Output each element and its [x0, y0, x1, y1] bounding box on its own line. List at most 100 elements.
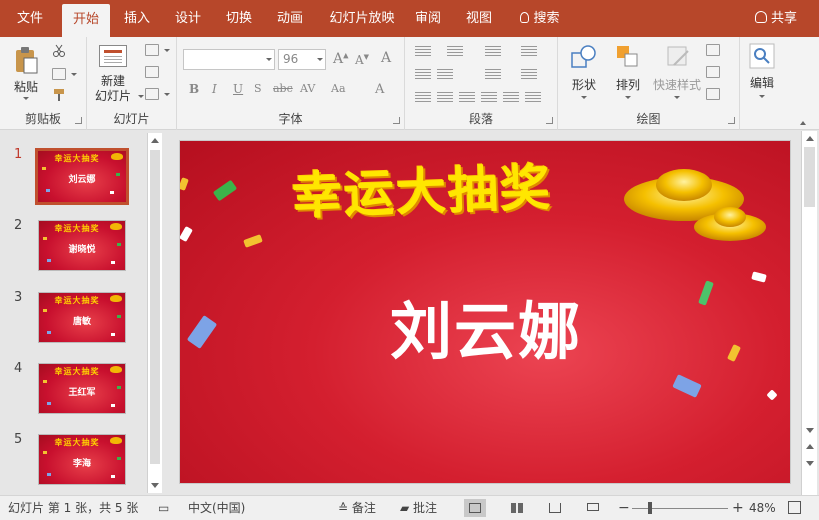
- font-size-select[interactable]: 96: [278, 49, 326, 70]
- confetti: [47, 259, 51, 262]
- font-family-select[interactable]: [183, 49, 275, 70]
- cut-icon[interactable]: [52, 44, 66, 58]
- paragraph-launcher[interactable]: [546, 117, 553, 124]
- increase-indent-icon[interactable]: [437, 69, 453, 81]
- drawing-group: 形状 排列 快速样式 绘图: [558, 37, 740, 130]
- zoom-level[interactable]: 48%: [749, 496, 776, 520]
- reset-icon[interactable]: [145, 66, 159, 78]
- italic-icon[interactable]: I: [212, 82, 217, 96]
- share-label: 共享: [770, 11, 797, 26]
- slide-scrollbar[interactable]: [801, 131, 817, 495]
- spell-check-icon[interactable]: ▭: [158, 496, 169, 520]
- language-indicator[interactable]: 中文(中国): [188, 496, 245, 520]
- slide-thumbnail[interactable]: 幸运大抽奖 谢晓悦: [38, 220, 126, 271]
- quick-styles-button[interactable]: 快速样式: [650, 41, 704, 107]
- slide-title[interactable]: 幸运大抽奖: [291, 145, 623, 228]
- scroll-up-icon[interactable]: [806, 136, 814, 141]
- bold-icon[interactable]: B: [189, 82, 199, 96]
- current-slide[interactable]: 幸运大抽奖 刘云娜: [179, 140, 791, 484]
- clipboard-launcher[interactable]: [75, 117, 82, 124]
- font-launcher[interactable]: [393, 117, 400, 124]
- confetti: [180, 177, 189, 191]
- align-left-icon[interactable]: [415, 92, 431, 104]
- justify-icon[interactable]: [481, 92, 497, 104]
- shape-outline-icon[interactable]: [706, 66, 720, 78]
- scroll-up-icon[interactable]: [151, 138, 159, 143]
- share-button[interactable]: 共享: [754, 0, 797, 37]
- decrease-indent-icon[interactable]: [415, 69, 431, 81]
- slide-sorter-icon[interactable]: [506, 499, 528, 517]
- next-slide-icon[interactable]: [806, 461, 814, 466]
- gold-ingot-icon: [624, 169, 766, 241]
- zoom-slider-track[interactable]: [632, 508, 728, 509]
- align-right-icon[interactable]: [459, 92, 475, 104]
- tab-slideshow[interactable]: 幻灯片放映: [320, 0, 404, 37]
- zoom-in-icon[interactable]: +: [732, 496, 744, 520]
- numbering-icon[interactable]: [447, 46, 463, 58]
- tab-review[interactable]: 审阅: [408, 0, 448, 37]
- comments-button[interactable]: ▰ 批注: [400, 496, 437, 520]
- change-case-icon[interactable]: Aa: [331, 82, 346, 95]
- tab-home[interactable]: 开始: [62, 4, 110, 37]
- columns-icon[interactable]: [485, 69, 501, 81]
- tell-me-search[interactable]: 搜索: [512, 0, 568, 37]
- reading-view-icon[interactable]: [544, 499, 566, 517]
- section-icon[interactable]: [145, 88, 159, 100]
- shape-fill-icon[interactable]: [706, 44, 720, 56]
- zoom-slider-handle[interactable]: [648, 502, 652, 514]
- tab-design[interactable]: 设计: [165, 0, 211, 37]
- shape-effects-icon[interactable]: [706, 88, 720, 100]
- bullets-icon[interactable]: [415, 46, 431, 58]
- slide-thumbnail[interactable]: 幸运大抽奖 王红军: [38, 363, 126, 414]
- align-center-icon[interactable]: [437, 92, 453, 104]
- collapse-ribbon-icon[interactable]: [800, 121, 806, 125]
- strikethrough-icon[interactable]: abc: [273, 82, 293, 95]
- format-painter-icon[interactable]: [52, 88, 66, 102]
- notes-button[interactable]: ≙ 备注: [338, 496, 376, 520]
- scroll-thumb[interactable]: [150, 150, 160, 464]
- tab-view[interactable]: 视图: [459, 0, 499, 37]
- editing-button[interactable]: 编辑: [745, 43, 779, 107]
- slide-thumbnail[interactable]: 幸运大抽奖 唐敏: [38, 292, 126, 343]
- new-slide-button[interactable]: 新建 幻灯片: [91, 43, 144, 107]
- slide-thumbnail[interactable]: 幸运大抽奖 李海: [38, 434, 126, 485]
- copy-icon[interactable]: [52, 68, 66, 80]
- thumbnail-scrollbar[interactable]: [147, 133, 162, 493]
- font-color-icon[interactable]: A: [375, 82, 384, 97]
- tab-animations[interactable]: 动画: [267, 0, 313, 37]
- shrink-font-icon[interactable]: A▼: [355, 53, 369, 67]
- underline-icon[interactable]: U: [233, 82, 243, 96]
- grow-font-icon[interactable]: A▲: [333, 51, 349, 67]
- tab-file[interactable]: 文件: [6, 0, 54, 37]
- confetti: [111, 261, 115, 264]
- distributed-icon[interactable]: [503, 92, 519, 104]
- shadow-icon[interactable]: S: [254, 82, 262, 95]
- previous-slide-icon[interactable]: [806, 444, 814, 449]
- slideshow-icon[interactable]: [582, 499, 604, 517]
- tab-insert[interactable]: 插入: [114, 0, 160, 37]
- char-spacing-icon[interactable]: AV: [300, 82, 315, 95]
- confetti: [111, 333, 115, 336]
- winner-name[interactable]: 刘云娜: [180, 281, 790, 371]
- smartart-icon[interactable]: [525, 92, 541, 104]
- scroll-thumb[interactable]: [804, 147, 815, 207]
- shapes-button[interactable]: 形状: [564, 41, 604, 107]
- fit-to-window-icon[interactable]: [788, 501, 801, 514]
- zoom-out-icon[interactable]: −: [618, 496, 630, 520]
- slide-thumbnail[interactable]: 幸运大抽奖 刘云娜: [35, 148, 129, 205]
- drawing-launcher[interactable]: [728, 117, 735, 124]
- arrange-button[interactable]: 排列: [608, 41, 648, 107]
- gold-ingot-icon: [111, 153, 123, 160]
- tab-transitions[interactable]: 切换: [216, 0, 262, 37]
- align-text-icon[interactable]: [521, 69, 537, 81]
- confetti: [212, 179, 238, 202]
- text-direction-icon[interactable]: [521, 46, 537, 58]
- scroll-down-icon[interactable]: [806, 428, 814, 433]
- paste-button[interactable]: 粘贴: [8, 43, 44, 103]
- clear-format-icon[interactable]: A: [381, 50, 391, 66]
- scroll-down-icon[interactable]: [151, 483, 159, 488]
- layout-icon[interactable]: [145, 44, 159, 56]
- line-spacing-icon[interactable]: [485, 46, 501, 58]
- normal-view-icon[interactable]: [464, 499, 486, 517]
- slides-group-label: 幻灯片: [113, 112, 150, 126]
